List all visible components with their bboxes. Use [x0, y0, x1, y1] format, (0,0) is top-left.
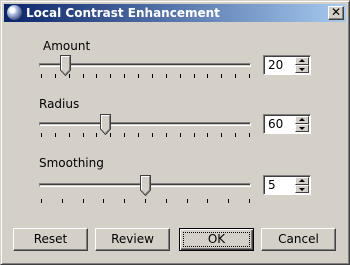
ok-button[interactable]: OK	[179, 228, 254, 251]
tick-mark	[193, 133, 195, 137]
tick-mark	[96, 133, 98, 137]
tick-mark	[221, 74, 223, 78]
radius-label: Radius	[39, 97, 80, 111]
smoothing-increment-button[interactable]	[295, 177, 309, 185]
tick-mark	[82, 74, 84, 78]
radius-spinbox[interactable]: 60	[263, 114, 311, 134]
tick-mark	[103, 199, 105, 203]
tick-mark	[235, 74, 237, 78]
tick-mark	[151, 74, 153, 78]
amount-value[interactable]: 20	[268, 58, 283, 72]
review-button[interactable]: Review	[95, 228, 170, 251]
ok-button-label: OK	[207, 232, 226, 246]
close-icon: ✕	[330, 5, 342, 19]
radius-decrement-button[interactable]	[295, 124, 309, 132]
tick-mark	[207, 74, 209, 78]
tick-mark	[179, 133, 181, 137]
cancel-button[interactable]: Cancel	[261, 228, 336, 251]
tick-mark	[221, 133, 223, 137]
tick-mark	[61, 199, 63, 203]
tick-mark	[165, 199, 167, 203]
tick-mark	[54, 133, 56, 137]
tick-mark	[207, 199, 209, 203]
tick-mark	[41, 74, 42, 78]
smoothing-spinbox[interactable]: 5	[263, 175, 311, 195]
tick-mark	[145, 199, 146, 203]
tick-mark	[249, 199, 250, 203]
tick-mark	[151, 133, 153, 137]
amount-decrement-button[interactable]	[295, 65, 309, 73]
tick-mark	[41, 199, 42, 203]
tick-mark	[82, 133, 84, 137]
reset-button[interactable]: Reset	[13, 228, 88, 251]
amount-slider-thumb[interactable]	[60, 55, 72, 76]
title-bar[interactable]: Local Contrast Enhancement ✕	[4, 4, 346, 22]
tick-mark	[235, 133, 237, 137]
tick-mark	[138, 133, 140, 137]
tick-mark	[249, 74, 250, 78]
tick-mark	[165, 74, 167, 78]
radius-increment-button[interactable]	[295, 116, 309, 124]
tick-mark	[41, 133, 42, 137]
tick-mark	[165, 133, 167, 137]
amount-label: Amount	[43, 39, 91, 53]
tick-mark	[110, 74, 112, 78]
smoothing-value[interactable]: 5	[268, 178, 276, 192]
tick-mark	[207, 133, 209, 137]
smoothing-slider-thumb[interactable]	[139, 175, 151, 196]
tick-mark	[82, 199, 84, 203]
dialog-window: Local Contrast Enhancement ✕ Amount 20 R…	[0, 0, 350, 265]
radius-slider-ticks	[41, 133, 251, 137]
window-title: Local Contrast Enhancement	[26, 6, 220, 20]
tick-mark	[124, 199, 126, 203]
amount-slider-ticks	[41, 74, 251, 78]
smoothing-decrement-button[interactable]	[295, 185, 309, 193]
radius-value[interactable]: 60	[268, 117, 283, 131]
smoothing-slider-ticks	[41, 199, 251, 203]
radius-slider-track[interactable]	[39, 122, 251, 126]
amount-increment-button[interactable]	[295, 57, 309, 65]
tick-mark	[54, 74, 56, 78]
tick-mark	[110, 133, 112, 137]
radius-slider-thumb[interactable]	[99, 114, 111, 135]
tick-mark	[249, 133, 250, 137]
tick-mark	[193, 74, 195, 78]
tick-mark	[179, 74, 181, 78]
tick-mark	[138, 74, 140, 78]
tick-mark	[68, 74, 70, 78]
amount-spinbox[interactable]: 20	[263, 55, 311, 75]
tick-mark	[124, 74, 126, 78]
tick-mark	[186, 199, 188, 203]
tick-mark	[124, 133, 126, 137]
app-icon	[7, 5, 22, 20]
close-button[interactable]: ✕	[328, 6, 344, 20]
tick-mark	[228, 199, 230, 203]
smoothing-label: Smoothing	[39, 156, 104, 170]
tick-mark	[68, 133, 70, 137]
tick-mark	[96, 74, 98, 78]
